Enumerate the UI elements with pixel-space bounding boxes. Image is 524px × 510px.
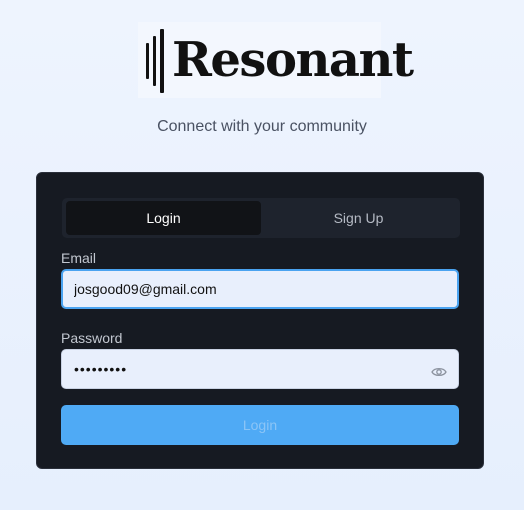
brand-logo: Resonant [138, 22, 414, 98]
tab-login[interactable]: Login [66, 201, 261, 235]
login-button[interactable]: Login [61, 405, 459, 445]
auth-tabs: Login Sign Up [62, 198, 460, 238]
email-field[interactable] [61, 269, 459, 309]
brand-name: Resonant [172, 32, 414, 88]
email-label: Email [61, 250, 97, 266]
password-field[interactable] [61, 349, 459, 389]
auth-card: Login Sign Up Email Password Login [36, 172, 484, 469]
logo-mark-icon [146, 29, 170, 93]
tab-sign-up[interactable]: Sign Up [261, 201, 456, 235]
eye-icon[interactable] [429, 362, 449, 382]
brand-tagline: Connect with your community [157, 118, 367, 135]
password-label: Password [61, 330, 123, 346]
